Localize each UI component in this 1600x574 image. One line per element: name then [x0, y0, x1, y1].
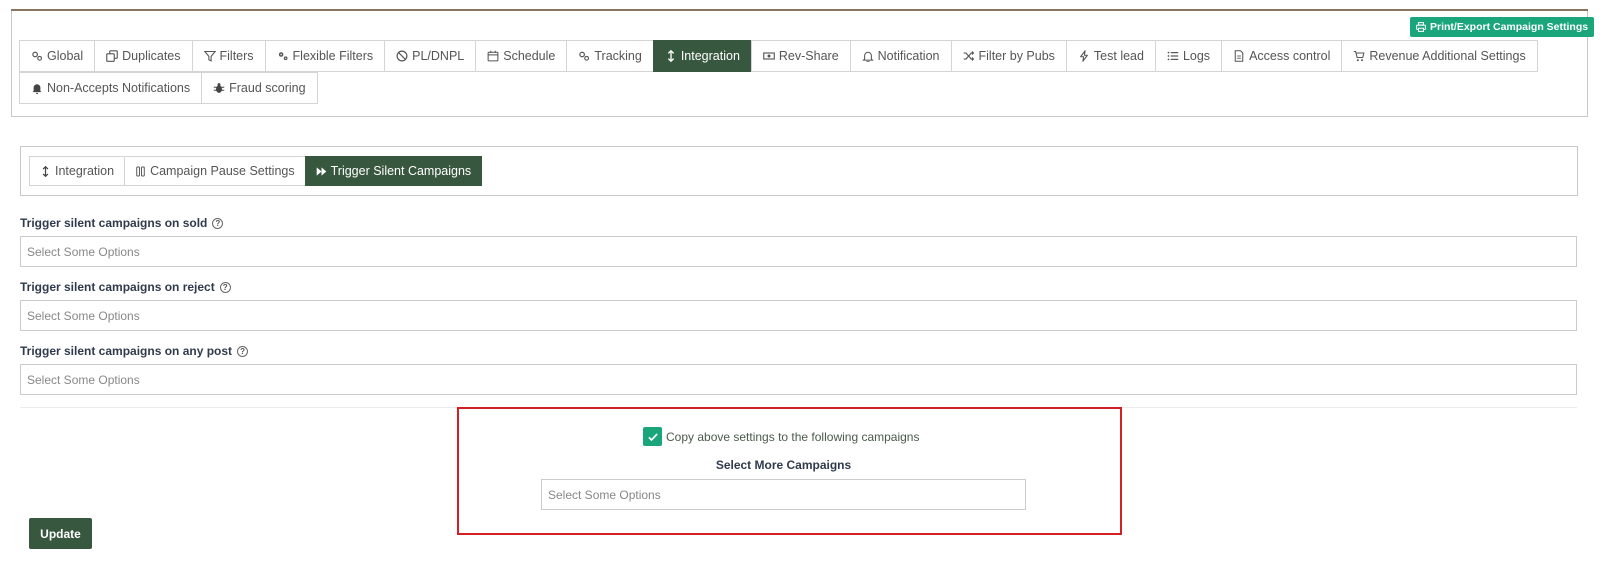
tab-label: Fraud scoring	[229, 81, 306, 95]
tab-non-accepts-notifications[interactable]: Non-Accepts Notifications	[19, 72, 203, 104]
copy-settings-label: Copy above settings to the following cam…	[666, 429, 920, 444]
trigger-on-sold-select[interactable]: Select Some Options	[20, 236, 1577, 267]
copy-icon	[106, 50, 118, 62]
tab-tracking[interactable]: Tracking	[566, 40, 654, 72]
select-more-campaigns-input[interactable]: Select Some Options	[541, 479, 1026, 510]
list-icon	[1167, 51, 1179, 61]
field-label-text: Trigger silent campaigns on sold	[20, 216, 208, 230]
bolt-icon	[1080, 50, 1088, 62]
select-placeholder: Select Some Options	[27, 372, 140, 387]
funnel-icon	[203, 50, 216, 62]
copy-settings-row: Copy above settings to the following cam…	[643, 427, 919, 446]
trigger-on-reject-label: Trigger silent campaigns on reject ?	[20, 280, 231, 294]
select-placeholder: Select Some Options	[27, 244, 140, 259]
subtab-integration[interactable]: Integration	[29, 156, 126, 186]
tab-label: Rev-Share	[778, 49, 839, 63]
tab-fraud-scoring[interactable]: Fraud scoring	[201, 72, 318, 104]
tab-filter-by-pubs[interactable]: Filter by Pubs	[950, 40, 1067, 72]
tab-label: Filter by Pubs	[978, 49, 1055, 63]
calendar-icon	[487, 50, 499, 62]
printer-icon	[1416, 22, 1426, 32]
fast-forward-icon	[316, 166, 326, 176]
tab-rev-share[interactable]: Rev-Share	[750, 40, 851, 72]
trigger-on-any-post-label: Trigger silent campaigns on any post ?	[20, 344, 249, 358]
help-icon[interactable]: ?	[219, 281, 231, 293]
field-label-text: Trigger silent campaigns on any post	[20, 344, 233, 358]
subtab-label: Trigger Silent Campaigns	[330, 164, 472, 178]
tab-duplicates[interactable]: Duplicates	[94, 40, 193, 72]
subtab-trigger-silent-campaigns[interactable]: Trigger Silent Campaigns	[304, 156, 483, 186]
tab-integration[interactable]: Integration	[652, 40, 752, 72]
tab-access-control[interactable]: Access control	[1221, 40, 1343, 72]
document-icon	[1234, 50, 1244, 62]
integration-subtabs: Integration Campaign Pause Settings Trig…	[29, 156, 483, 186]
tab-logs[interactable]: Logs	[1154, 40, 1223, 72]
copy-settings-checkbox[interactable]	[643, 427, 662, 446]
tab-flexible-filters[interactable]: Flexible Filters	[264, 40, 386, 72]
tab-label: Test lead	[1093, 49, 1144, 63]
trigger-on-any-post-select[interactable]: Select Some Options	[20, 364, 1577, 395]
subtab-label: Integration	[55, 164, 115, 178]
tab-label: Global	[47, 49, 84, 63]
money-icon	[763, 52, 775, 60]
tab-global[interactable]: Global	[19, 40, 96, 72]
bug-icon	[213, 83, 225, 93]
gears-icon	[579, 51, 590, 61]
arrows-vertical-icon	[42, 165, 49, 177]
field-label-text: Trigger silent campaigns on reject	[20, 280, 215, 294]
update-button[interactable]: Update	[29, 518, 92, 549]
tab-revenue-additional-settings[interactable]: Revenue Additional Settings	[1341, 40, 1538, 72]
help-icon[interactable]: ?	[212, 217, 224, 229]
select-more-campaigns-label: Select More Campaigns	[715, 458, 852, 472]
tab-test-lead[interactable]: Test lead	[1065, 40, 1156, 72]
select-placeholder: Select Some Options	[27, 308, 140, 323]
tab-label: Tracking	[594, 49, 642, 63]
subtab-label: Campaign Pause Settings	[150, 164, 295, 178]
bell-icon	[861, 51, 874, 62]
check-icon	[647, 432, 658, 441]
tab-pl-dnpl[interactable]: PL/DNPL	[384, 40, 477, 72]
bell-filled-icon	[32, 84, 42, 94]
pause-icon	[136, 166, 145, 176]
tab-label: Filters	[219, 49, 254, 63]
tab-label: Flexible Filters	[292, 49, 374, 63]
gears-icon	[278, 52, 288, 61]
tab-label: Notification	[877, 49, 940, 63]
tab-label: Access control	[1249, 49, 1331, 63]
trigger-on-sold-label: Trigger silent campaigns on sold ?	[20, 216, 224, 230]
help-icon[interactable]: ?	[237, 345, 249, 357]
arrows-vertical-icon	[667, 50, 674, 62]
trigger-on-reject-select[interactable]: Select Some Options	[20, 300, 1577, 331]
print-export-button[interactable]: Print/Export Campaign Settings	[1410, 17, 1595, 37]
tab-notification[interactable]: Notification	[849, 40, 952, 72]
tab-label: PL/DNPL	[412, 49, 465, 63]
print-export-label: Print/Export Campaign Settings	[1430, 21, 1589, 33]
tab-label: Integration	[680, 49, 740, 63]
main-tabs-row-2: Non-Accepts Notifications Fraud scoring	[19, 72, 318, 104]
tab-schedule[interactable]: Schedule	[475, 40, 568, 72]
shuffle-icon	[963, 51, 974, 61]
ban-icon	[396, 50, 408, 62]
tab-label: Duplicates	[122, 49, 181, 63]
tab-label: Logs	[1182, 49, 1211, 63]
tab-label: Non-Accepts Notifications	[47, 81, 191, 95]
main-tabs-row-1: Global Duplicates Filters Flexible Filte…	[19, 40, 1538, 72]
cart-icon	[1354, 50, 1365, 62]
tab-label: Schedule	[503, 49, 556, 63]
tab-label: Revenue Additional Settings	[1369, 49, 1526, 63]
gears-icon	[32, 51, 43, 61]
tab-filters[interactable]: Filters	[191, 40, 266, 72]
subtab-campaign-pause-settings[interactable]: Campaign Pause Settings	[124, 156, 306, 186]
select-placeholder: Select Some Options	[548, 487, 661, 502]
